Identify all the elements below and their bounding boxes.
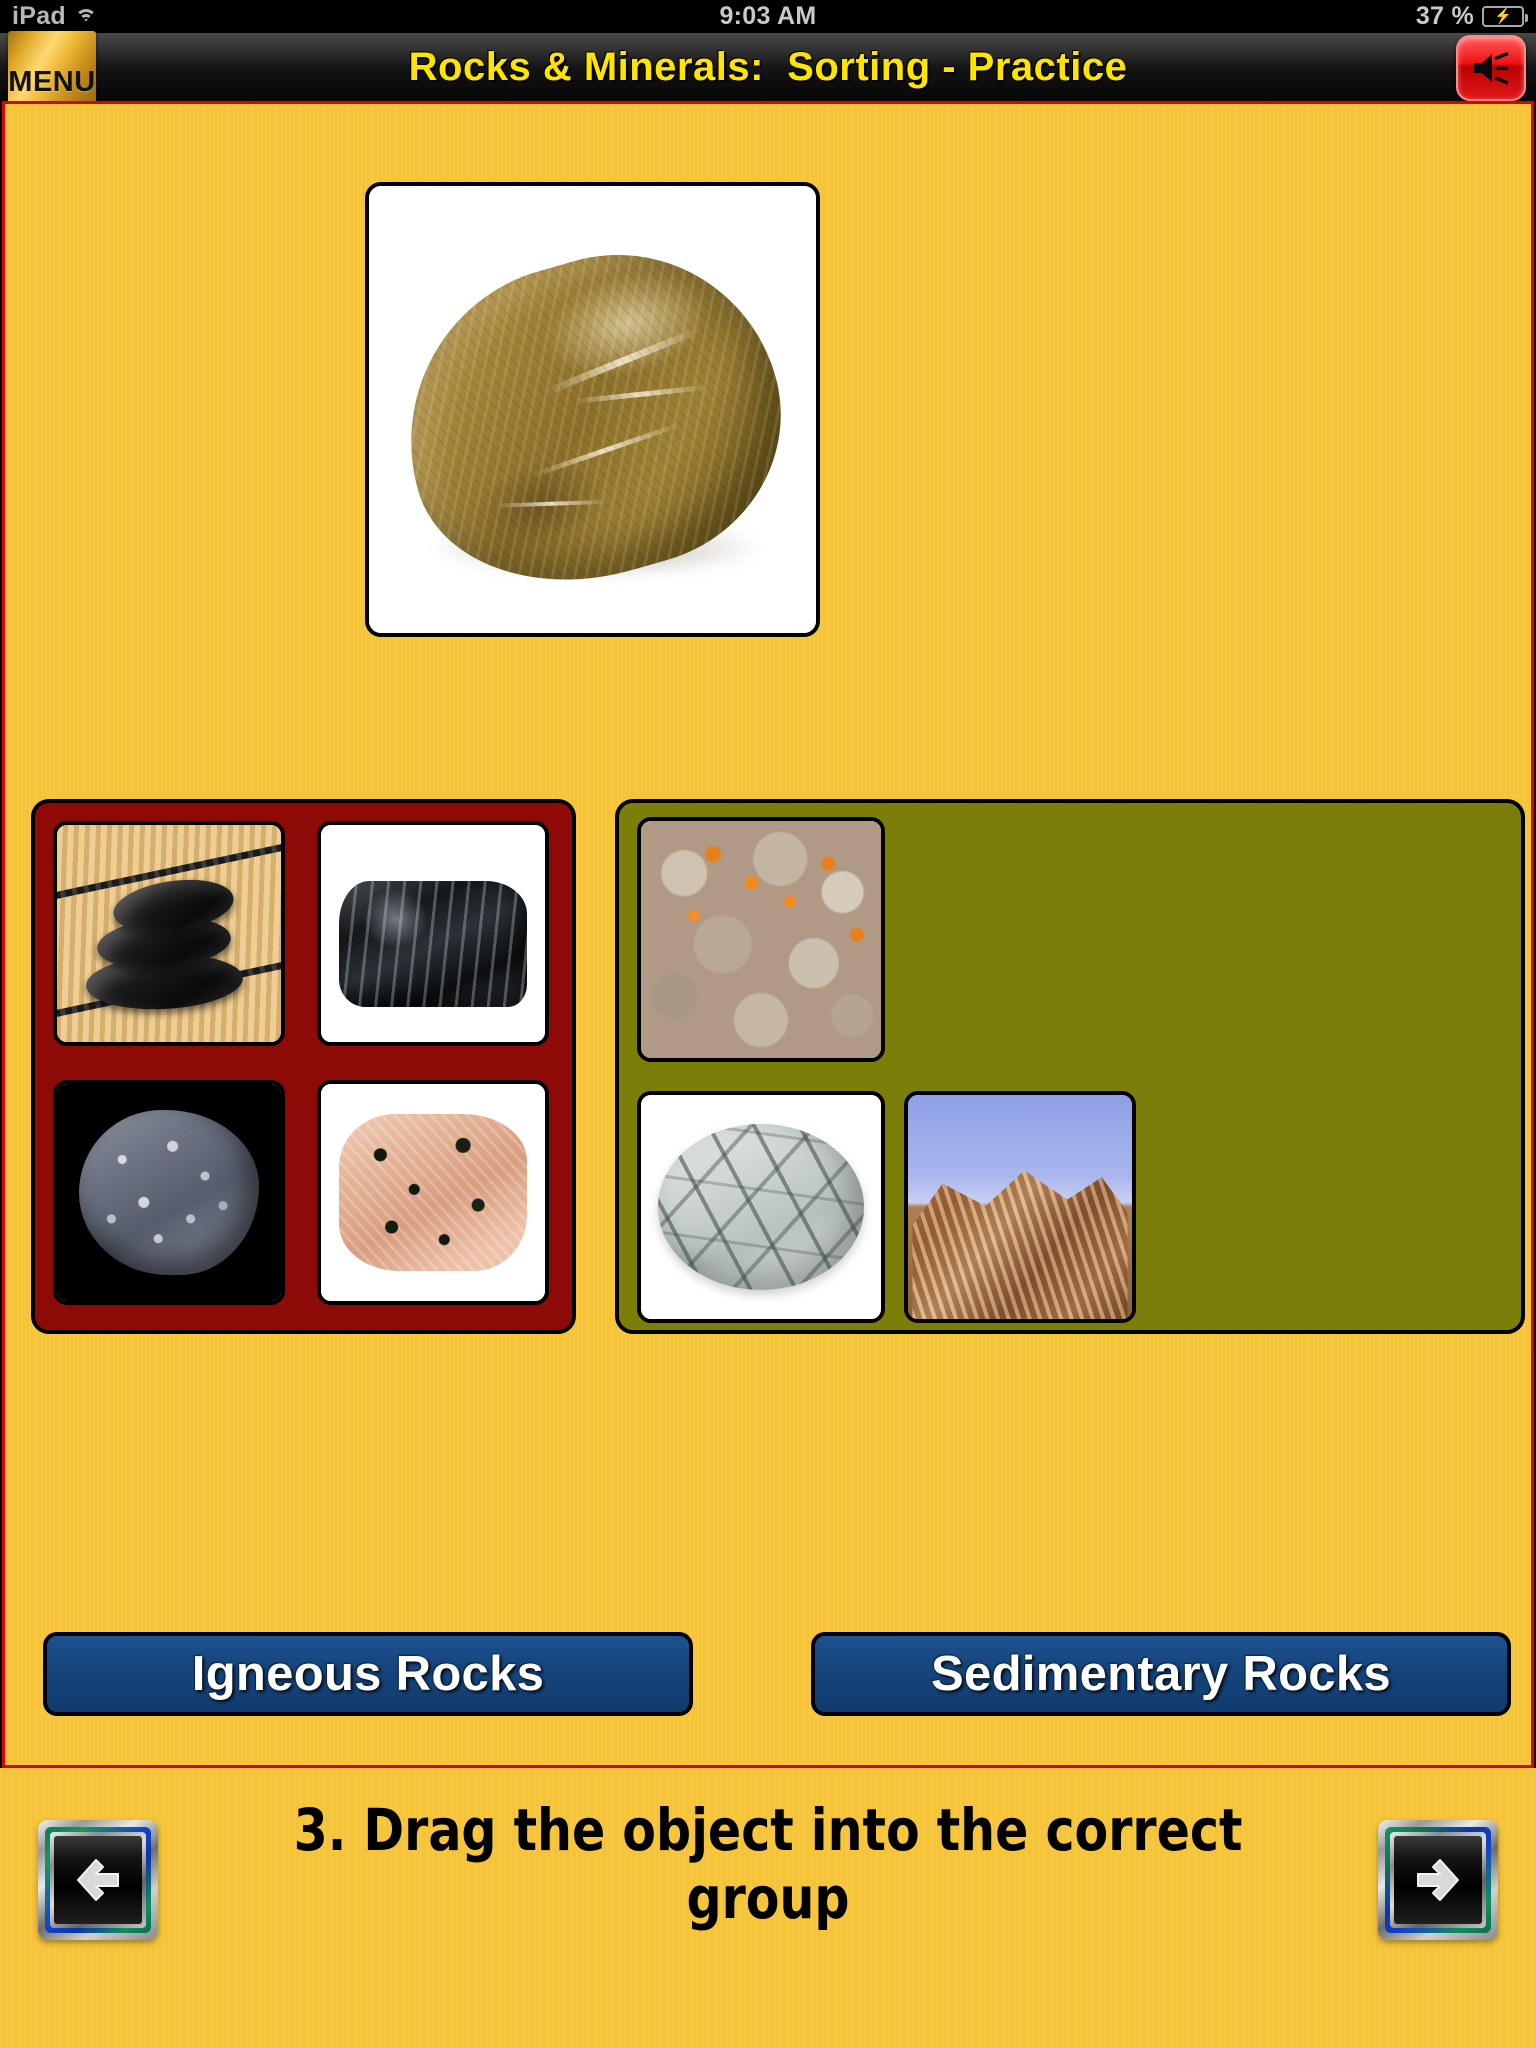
battery-percent-label: 37 % [1415,2,1474,30]
category-label-sedimentary-text: Sedimentary Rocks [931,1647,1391,1701]
obsidian-chunk-photo[interactable] [317,821,549,1046]
drop-zone-sedimentary[interactable] [615,799,1525,1334]
battery-charging-icon: ⚡ [1482,6,1528,27]
category-label-sedimentary[interactable]: Sedimentary Rocks [811,1632,1511,1716]
activity-content-frame: Igneous Rocks Sedimentary Rocks [2,101,1534,1768]
arrow-right-icon [1406,1848,1470,1912]
speaker-on-icon [1471,51,1511,85]
conglomerate-outcrop-photo[interactable] [637,817,885,1062]
category-label-igneous[interactable]: Igneous Rocks [43,1632,693,1716]
draggable-object-card[interactable] [365,182,820,637]
basalt-zen-stones-photo[interactable] [53,821,285,1046]
category-label-igneous-text: Igneous Rocks [191,1647,545,1701]
previous-button[interactable] [38,1820,158,1940]
sound-toggle-button[interactable] [1456,35,1526,101]
arrow-left-icon [66,1848,130,1912]
page-title: Rocks & Minerals: Sorting - Practice [408,44,1128,89]
instruction-line-1: 3. Drag the object into the correct [293,1796,1243,1864]
status-bar: iPad 9:03 AM 37 % ⚡ [0,0,1536,33]
sandstone-pebble-photo [369,186,816,633]
footer-bar: 3. Drag the object into the correct grou… [0,1768,1536,2048]
app-title-bar: MENU Rocks & Minerals: Sorting - Practic… [0,31,1536,109]
next-button[interactable] [1378,1820,1498,1940]
porphyry-pebble-photo[interactable] [53,1080,285,1305]
instruction-line-2: group [686,1864,850,1933]
instruction-text: 3. Drag the object into the correct grou… [253,1796,1283,1933]
status-bar-clock: 9:03 AM [719,2,817,30]
sandstone-cliff-photo[interactable] [904,1091,1136,1323]
menu-button[interactable]: MENU [8,31,96,109]
drop-zone-igneous[interactable] [31,799,576,1334]
status-bar-right: 37 % ⚡ [1415,2,1528,31]
marble-pebble-photo[interactable] [637,1091,885,1323]
granite-chunk-photo[interactable] [317,1080,549,1305]
